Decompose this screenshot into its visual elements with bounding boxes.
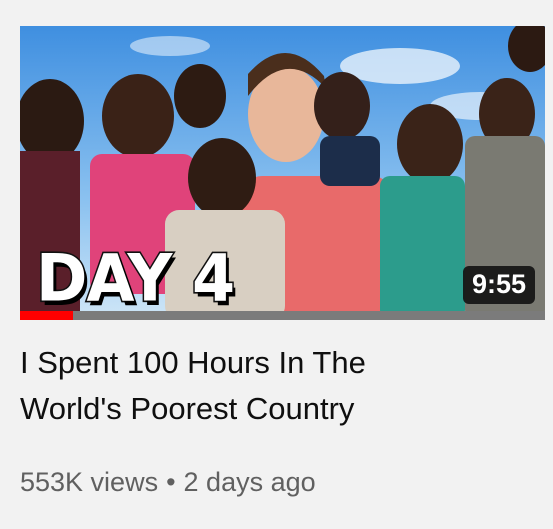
video-thumbnail[interactable]: DAY 4 9:55 <box>20 26 545 320</box>
video-title-line-2: World's Poorest Country <box>20 391 355 426</box>
thumbnail-overlay-text: DAY 4 <box>34 239 236 317</box>
watch-progress-fill <box>20 311 73 320</box>
duration-badge: 9:55 <box>462 266 535 304</box>
video-card[interactable]: DAY 4 9:55 I Spent 100 Hours In The Worl… <box>0 0 553 529</box>
view-count: 553K views <box>20 467 159 497</box>
video-metadata: 553K views • 2 days ago <box>20 464 316 500</box>
video-title[interactable]: I Spent 100 Hours In The World's Poorest… <box>20 340 530 432</box>
video-title-line-1: I Spent 100 Hours In The <box>20 345 366 380</box>
upload-date: 2 days ago <box>183 467 316 497</box>
metadata-separator: • <box>166 467 176 497</box>
watch-progress-bar <box>20 311 545 320</box>
